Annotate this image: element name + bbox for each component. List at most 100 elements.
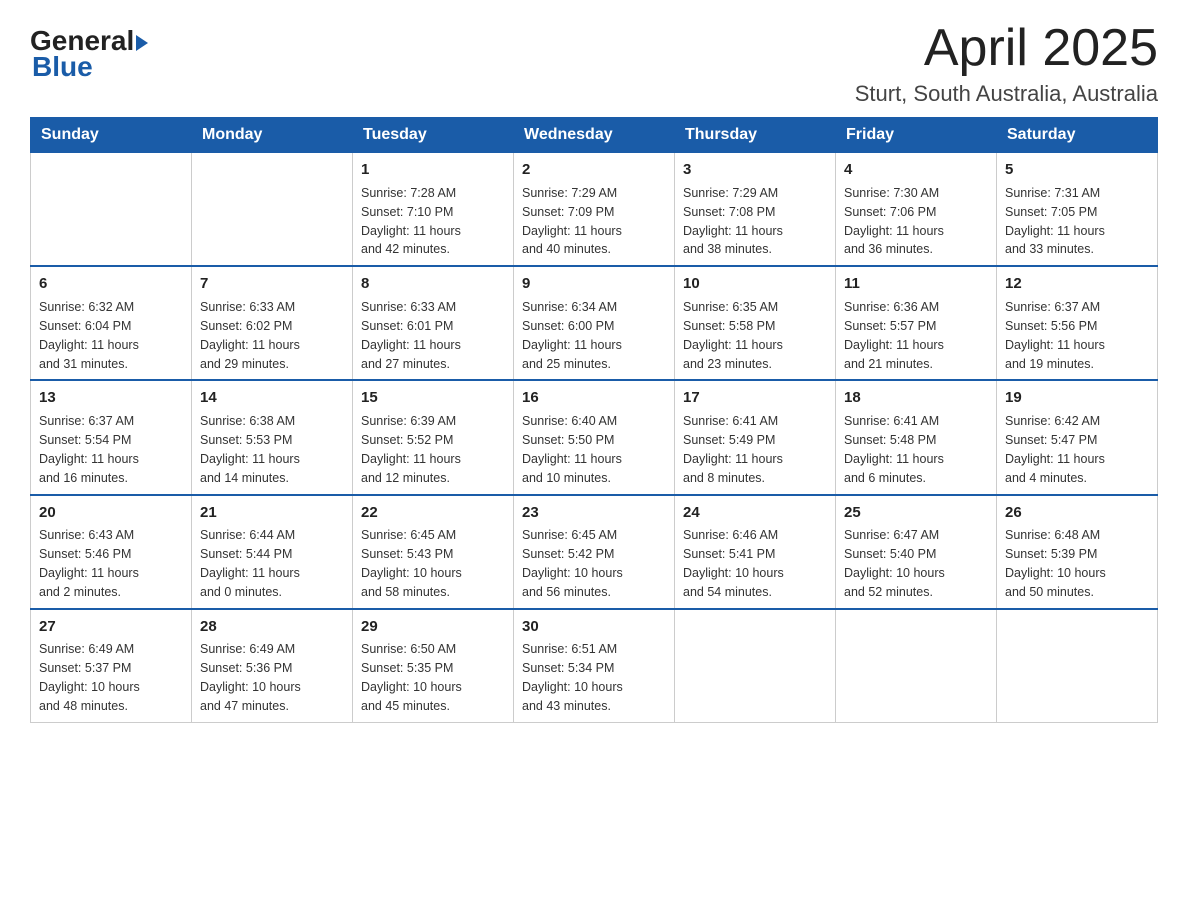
location-title: Sturt, South Australia, Australia	[855, 81, 1158, 107]
calendar-cell: 4 Sunrise: 7:30 AM Sunset: 7:06 PM Daylig…	[836, 153, 997, 267]
calendar-cell: 18 Sunrise: 6:41 AM Sunset: 5:48 PM Dayli…	[836, 380, 997, 494]
calendar-week-row: 20 Sunrise: 6:43 AM Sunset: 5:46 PM Dayli…	[31, 495, 1158, 609]
day-info: Sunrise: 6:49 AM Sunset: 5:36 PM Dayligh…	[200, 642, 301, 713]
day-number: 26	[1005, 502, 1149, 524]
logo-blue-text: Blue	[32, 51, 93, 83]
calendar-cell: 29 Sunrise: 6:50 AM Sunset: 5:35 PM Dayli…	[353, 609, 514, 723]
title-block: April 2025 Sturt, South Australia, Austr…	[855, 20, 1158, 107]
calendar-cell: 25 Sunrise: 6:47 AM Sunset: 5:40 PM Dayli…	[836, 495, 997, 609]
day-number: 7	[200, 273, 344, 295]
day-info: Sunrise: 6:47 AM Sunset: 5:40 PM Dayligh…	[844, 528, 945, 599]
weekday-header-tuesday: Tuesday	[353, 118, 514, 153]
day-info: Sunrise: 6:51 AM Sunset: 5:34 PM Dayligh…	[522, 642, 623, 713]
weekday-header-row: SundayMondayTuesdayWednesdayThursdayFrid…	[31, 118, 1158, 153]
day-info: Sunrise: 6:50 AM Sunset: 5:35 PM Dayligh…	[361, 642, 462, 713]
calendar-cell: 8 Sunrise: 6:33 AM Sunset: 6:01 PM Daylig…	[353, 266, 514, 380]
day-number: 8	[361, 273, 505, 295]
calendar-cell: 7 Sunrise: 6:33 AM Sunset: 6:02 PM Daylig…	[192, 266, 353, 380]
calendar-cell: 9Sunrise: 6:34 AM Sunset: 6:00 PM Daylig…	[514, 266, 675, 380]
day-info: Sunrise: 6:33 AM Sunset: 6:02 PM Dayligh…	[200, 300, 300, 371]
day-number: 1	[361, 159, 505, 181]
day-number: 27	[39, 616, 183, 638]
calendar-cell: 28 Sunrise: 6:49 AM Sunset: 5:36 PM Dayli…	[192, 609, 353, 723]
day-info: Sunrise: 7:29 AM Sunset: 7:08 PM Dayligh…	[683, 186, 783, 257]
day-info: Sunrise: 6:45 AM Sunset: 5:42 PM Dayligh…	[522, 528, 623, 599]
day-number: 28	[200, 616, 344, 638]
calendar-cell	[836, 609, 997, 723]
day-number: 22	[361, 502, 505, 524]
day-number: 11	[844, 273, 988, 295]
calendar-cell	[997, 609, 1158, 723]
day-number: 19	[1005, 387, 1149, 409]
day-info: Sunrise: 7:28 AM Sunset: 7:10 PM Dayligh…	[361, 186, 461, 257]
calendar-cell: 14 Sunrise: 6:38 AM Sunset: 5:53 PM Dayli…	[192, 380, 353, 494]
day-number: 16	[522, 387, 666, 409]
day-number: 4	[844, 159, 988, 181]
day-number: 18	[844, 387, 988, 409]
day-info: Sunrise: 6:48 AM Sunset: 5:39 PM Dayligh…	[1005, 528, 1106, 599]
calendar-week-row: 27Sunrise: 6:49 AM Sunset: 5:37 PM Dayli…	[31, 609, 1158, 723]
day-number: 14	[200, 387, 344, 409]
calendar-cell: 24 Sunrise: 6:46 AM Sunset: 5:41 PM Dayli…	[675, 495, 836, 609]
day-info: Sunrise: 6:45 AM Sunset: 5:43 PM Dayligh…	[361, 528, 462, 599]
day-info: Sunrise: 7:31 AM Sunset: 7:05 PM Dayligh…	[1005, 186, 1105, 257]
weekday-header-friday: Friday	[836, 118, 997, 153]
calendar-cell: 23 Sunrise: 6:45 AM Sunset: 5:42 PM Dayli…	[514, 495, 675, 609]
day-number: 17	[683, 387, 827, 409]
day-info: Sunrise: 6:43 AM Sunset: 5:46 PM Dayligh…	[39, 528, 139, 599]
logo-arrow-icon	[136, 35, 148, 51]
calendar-cell: 19 Sunrise: 6:42 AM Sunset: 5:47 PM Dayli…	[997, 380, 1158, 494]
month-title: April 2025	[855, 20, 1158, 77]
day-info: Sunrise: 6:46 AM Sunset: 5:41 PM Dayligh…	[683, 528, 784, 599]
calendar-cell: 22 Sunrise: 6:45 AM Sunset: 5:43 PM Dayli…	[353, 495, 514, 609]
day-number: 23	[522, 502, 666, 524]
day-number: 15	[361, 387, 505, 409]
logo: General Blue	[30, 25, 148, 83]
day-info: Sunrise: 6:42 AM Sunset: 5:47 PM Dayligh…	[1005, 414, 1105, 485]
calendar-cell: 27Sunrise: 6:49 AM Sunset: 5:37 PM Dayli…	[31, 609, 192, 723]
day-info: Sunrise: 6:39 AM Sunset: 5:52 PM Dayligh…	[361, 414, 461, 485]
weekday-header-wednesday: Wednesday	[514, 118, 675, 153]
calendar-cell: 30 Sunrise: 6:51 AM Sunset: 5:34 PM Dayli…	[514, 609, 675, 723]
calendar-cell: 11 Sunrise: 6:36 AM Sunset: 5:57 PM Dayli…	[836, 266, 997, 380]
calendar-cell: 21Sunrise: 6:44 AM Sunset: 5:44 PM Dayli…	[192, 495, 353, 609]
weekday-header-monday: Monday	[192, 118, 353, 153]
calendar-cell: 17Sunrise: 6:41 AM Sunset: 5:49 PM Dayli…	[675, 380, 836, 494]
day-number: 25	[844, 502, 988, 524]
day-number: 10	[683, 273, 827, 295]
day-number: 3	[683, 159, 827, 181]
day-number: 2	[522, 159, 666, 181]
day-number: 13	[39, 387, 183, 409]
day-info: Sunrise: 7:29 AM Sunset: 7:09 PM Dayligh…	[522, 186, 622, 257]
calendar-cell	[675, 609, 836, 723]
day-info: Sunrise: 7:30 AM Sunset: 7:06 PM Dayligh…	[844, 186, 944, 257]
calendar-cell: 10 Sunrise: 6:35 AM Sunset: 5:58 PM Dayli…	[675, 266, 836, 380]
calendar-cell: 2 Sunrise: 7:29 AM Sunset: 7:09 PM Daylig…	[514, 153, 675, 267]
day-info: Sunrise: 6:35 AM Sunset: 5:58 PM Dayligh…	[683, 300, 783, 371]
weekday-header-saturday: Saturday	[997, 118, 1158, 153]
weekday-header-sunday: Sunday	[31, 118, 192, 153]
day-info: Sunrise: 6:32 AM Sunset: 6:04 PM Dayligh…	[39, 300, 139, 371]
day-info: Sunrise: 6:33 AM Sunset: 6:01 PM Dayligh…	[361, 300, 461, 371]
day-info: Sunrise: 6:44 AM Sunset: 5:44 PM Dayligh…	[200, 528, 300, 599]
day-info: Sunrise: 6:38 AM Sunset: 5:53 PM Dayligh…	[200, 414, 300, 485]
day-number: 30	[522, 616, 666, 638]
page-header: General Blue April 2025 Sturt, South Aus…	[30, 20, 1158, 107]
day-info: Sunrise: 6:40 AM Sunset: 5:50 PM Dayligh…	[522, 414, 622, 485]
day-info: Sunrise: 6:34 AM Sunset: 6:00 PM Dayligh…	[522, 300, 622, 371]
day-number: 5	[1005, 159, 1149, 181]
calendar-cell: 20 Sunrise: 6:43 AM Sunset: 5:46 PM Dayli…	[31, 495, 192, 609]
day-number: 20	[39, 502, 183, 524]
day-number: 12	[1005, 273, 1149, 295]
day-number: 29	[361, 616, 505, 638]
day-info: Sunrise: 6:36 AM Sunset: 5:57 PM Dayligh…	[844, 300, 944, 371]
day-info: Sunrise: 6:41 AM Sunset: 5:48 PM Dayligh…	[844, 414, 944, 485]
day-number: 24	[683, 502, 827, 524]
calendar-week-row: 6 Sunrise: 6:32 AM Sunset: 6:04 PM Daylig…	[31, 266, 1158, 380]
day-info: Sunrise: 6:37 AM Sunset: 5:54 PM Dayligh…	[39, 414, 139, 485]
calendar-cell: 6 Sunrise: 6:32 AM Sunset: 6:04 PM Daylig…	[31, 266, 192, 380]
day-number: 6	[39, 273, 183, 295]
calendar-cell: 3 Sunrise: 7:29 AM Sunset: 7:08 PM Daylig…	[675, 153, 836, 267]
weekday-header-thursday: Thursday	[675, 118, 836, 153]
calendar-cell	[31, 153, 192, 267]
